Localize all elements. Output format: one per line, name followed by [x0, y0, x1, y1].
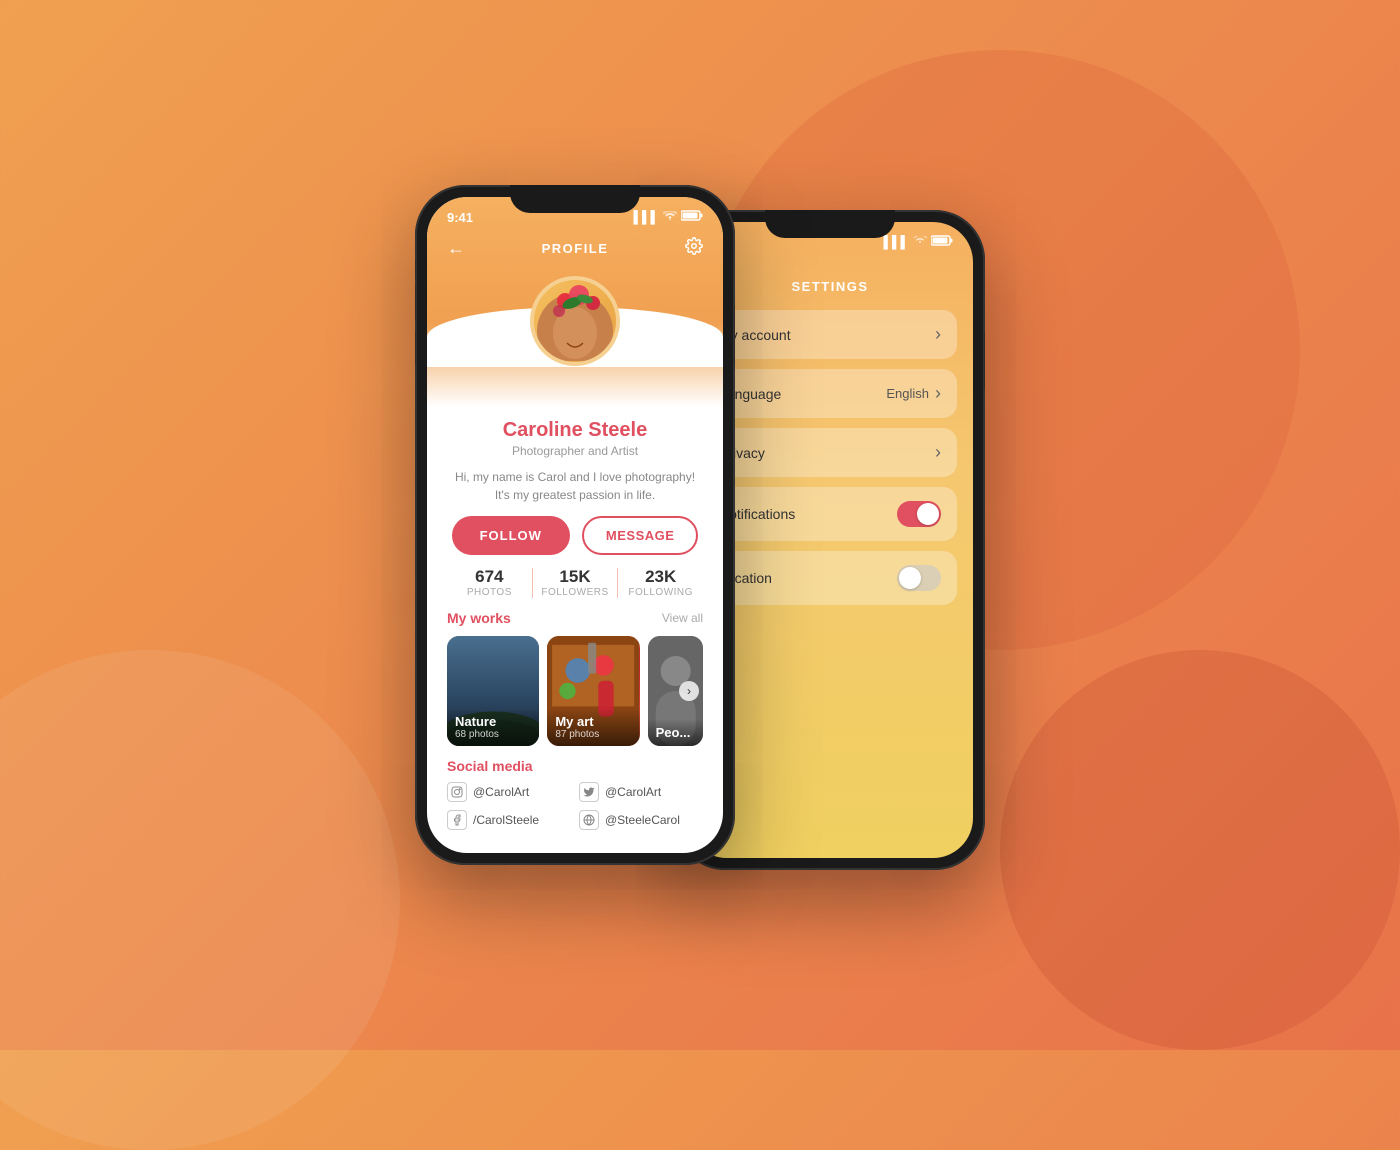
profile-subtitle: Photographer and Artist [447, 444, 703, 458]
settings-item-location[interactable]: Location [703, 551, 957, 605]
globe-handle: @SteeleCarol [605, 813, 680, 827]
works-section-header: My works View all [447, 610, 703, 626]
message-button[interactable]: MESSAGE [582, 516, 699, 555]
phone-front: 9:41 ▌▌▌ [415, 185, 735, 865]
scroll-arrow: › [679, 681, 699, 701]
settings-status-icons: ▌▌▌ [883, 235, 953, 249]
my-works-title: My works [447, 610, 511, 626]
mute-button[interactable] [415, 260, 416, 280]
twitter-icon [579, 782, 599, 802]
profile-body: Caroline Steele Photographer and Artist … [427, 407, 723, 853]
signal-icon: ▌▌▌ [633, 210, 659, 224]
profile-name: Caroline Steele [447, 419, 703, 442]
art-title: My art [555, 714, 631, 729]
followers-label: FOLLOWERS [533, 587, 618, 598]
language-value: English [886, 386, 929, 401]
language-chevron [935, 383, 941, 404]
battery-icon [681, 210, 703, 224]
follow-button[interactable]: FOLLOW [452, 516, 570, 555]
phones-container: 9:41 ▌▌▌ [415, 180, 985, 870]
stats-row: 674 PHOTOS 15K FOLLOWERS 23K FOLLOWING [447, 567, 703, 598]
stat-following: 23K FOLLOWING [618, 567, 703, 598]
stat-followers: 15K FOLLOWERS [533, 567, 618, 598]
people-title: Peo... [656, 725, 695, 740]
settings-item-language[interactable]: Language English [703, 369, 957, 418]
profile-header-bar: ← PROFILE [427, 229, 723, 272]
social-globe[interactable]: @SteeleCarol [579, 810, 703, 830]
avatar-container [427, 276, 723, 366]
volume-up-button[interactable] [415, 285, 416, 320]
profile-bio: Hi, my name is Carol and I love photogra… [447, 468, 703, 504]
twitter-handle: @CarolArt [605, 785, 661, 799]
background-blob-1 [0, 650, 400, 1150]
work-card-art[interactable]: My art 87 photos [547, 636, 639, 746]
social-twitter[interactable]: @CarolArt [579, 782, 703, 802]
back-power-button[interactable] [984, 330, 985, 390]
following-value: 23K [618, 567, 703, 587]
nature-overlay: Nature 68 photos [447, 708, 539, 746]
art-count: 87 photos [555, 729, 631, 740]
profile-actions: FOLLOW MESSAGE [447, 516, 703, 555]
work-card-nature[interactable]: Nature 68 photos [447, 636, 539, 746]
people-overlay: Peo... [648, 719, 703, 746]
privacy-chevron [935, 442, 941, 463]
photos-label: PHOTOS [447, 587, 532, 598]
social-facebook[interactable]: /CarolSteele [447, 810, 571, 830]
view-all-button[interactable]: View all [662, 611, 703, 625]
instagram-icon [447, 782, 467, 802]
social-media-title: Social media [447, 758, 703, 774]
wifi-icon [663, 210, 677, 224]
followers-value: 15K [533, 567, 618, 587]
work-card-people[interactable]: Peo... › [648, 636, 703, 746]
settings-item-notifications[interactable]: Notifications [703, 487, 957, 541]
nature-title: Nature [455, 714, 531, 729]
stat-photos: 674 PHOTOS [447, 567, 532, 598]
instagram-handle: @CarolArt [473, 785, 529, 799]
back-button[interactable]: ← [443, 234, 469, 263]
settings-item-my-account[interactable]: My account [703, 310, 957, 359]
privacy-right [935, 442, 941, 463]
profile-title: PROFILE [469, 241, 681, 256]
nature-count: 68 photos [455, 729, 531, 740]
settings-wifi-icon [913, 235, 927, 249]
works-grid: Nature 68 photos [447, 636, 703, 746]
location-toggle-thumb [899, 567, 921, 589]
social-instagram[interactable]: @CarolArt [447, 782, 571, 802]
volume-down-button[interactable] [415, 330, 416, 365]
settings-battery-icon [931, 235, 953, 249]
facebook-handle: /CarolSteele [473, 813, 539, 827]
notifications-toggle-thumb [917, 503, 939, 525]
phone-notch [510, 185, 640, 213]
photos-value: 674 [447, 567, 532, 587]
profile-header: 9:41 ▌▌▌ [427, 197, 723, 407]
facebook-icon [447, 810, 467, 830]
following-label: FOLLOWING [618, 587, 703, 598]
social-section: Social media @CarolAr [447, 758, 703, 830]
my-account-chevron [935, 324, 941, 345]
notifications-toggle[interactable] [897, 501, 941, 527]
globe-icon [579, 810, 599, 830]
social-grid: @CarolArt @CarolArt [447, 782, 703, 830]
settings-button[interactable] [681, 233, 707, 264]
settings-signal-icon: ▌▌▌ [883, 235, 909, 249]
background-blob-3 [1000, 650, 1400, 1050]
status-time: 9:41 [447, 210, 473, 225]
power-button[interactable] [734, 305, 735, 365]
back-phone-notch [765, 210, 895, 238]
status-icons: ▌▌▌ [633, 210, 703, 224]
settings-item-privacy[interactable]: Privacy [703, 428, 957, 477]
avatar [530, 276, 620, 366]
art-overlay: My art 87 photos [547, 708, 639, 746]
profile-screen: 9:41 ▌▌▌ [427, 197, 723, 853]
language-right: English [886, 383, 941, 404]
location-toggle[interactable] [897, 565, 941, 591]
my-account-right [935, 324, 941, 345]
